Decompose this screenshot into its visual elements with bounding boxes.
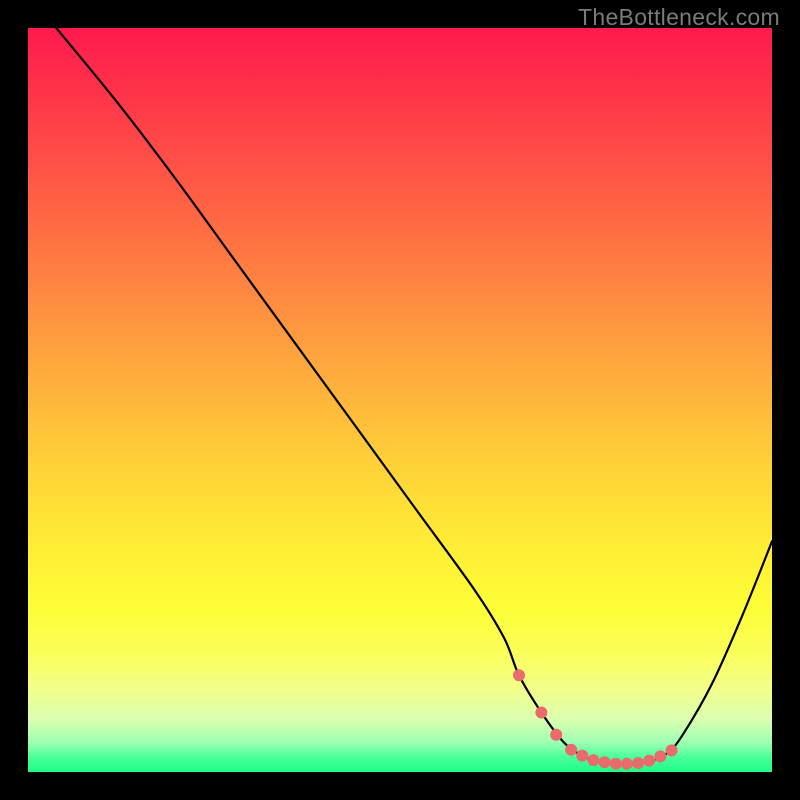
chart-frame: TheBottleneck.com <box>0 0 800 800</box>
marker-dot <box>666 744 678 756</box>
marker-dot <box>576 750 588 762</box>
bottleneck-curve-svg <box>28 28 772 772</box>
marker-dot <box>654 750 666 762</box>
marker-group <box>513 669 678 770</box>
plot-area <box>28 28 772 772</box>
marker-dot <box>565 744 577 756</box>
marker-dot <box>610 758 622 770</box>
marker-dot <box>632 757 644 769</box>
marker-dot <box>550 729 562 741</box>
bottleneck-curve-path <box>56 28 772 764</box>
marker-dot <box>513 669 525 681</box>
marker-dot <box>587 754 599 766</box>
watermark-text: TheBottleneck.com <box>578 4 780 31</box>
marker-dot <box>535 707 547 719</box>
marker-dot <box>621 758 633 770</box>
marker-dot <box>643 755 655 767</box>
marker-dot <box>599 756 611 768</box>
